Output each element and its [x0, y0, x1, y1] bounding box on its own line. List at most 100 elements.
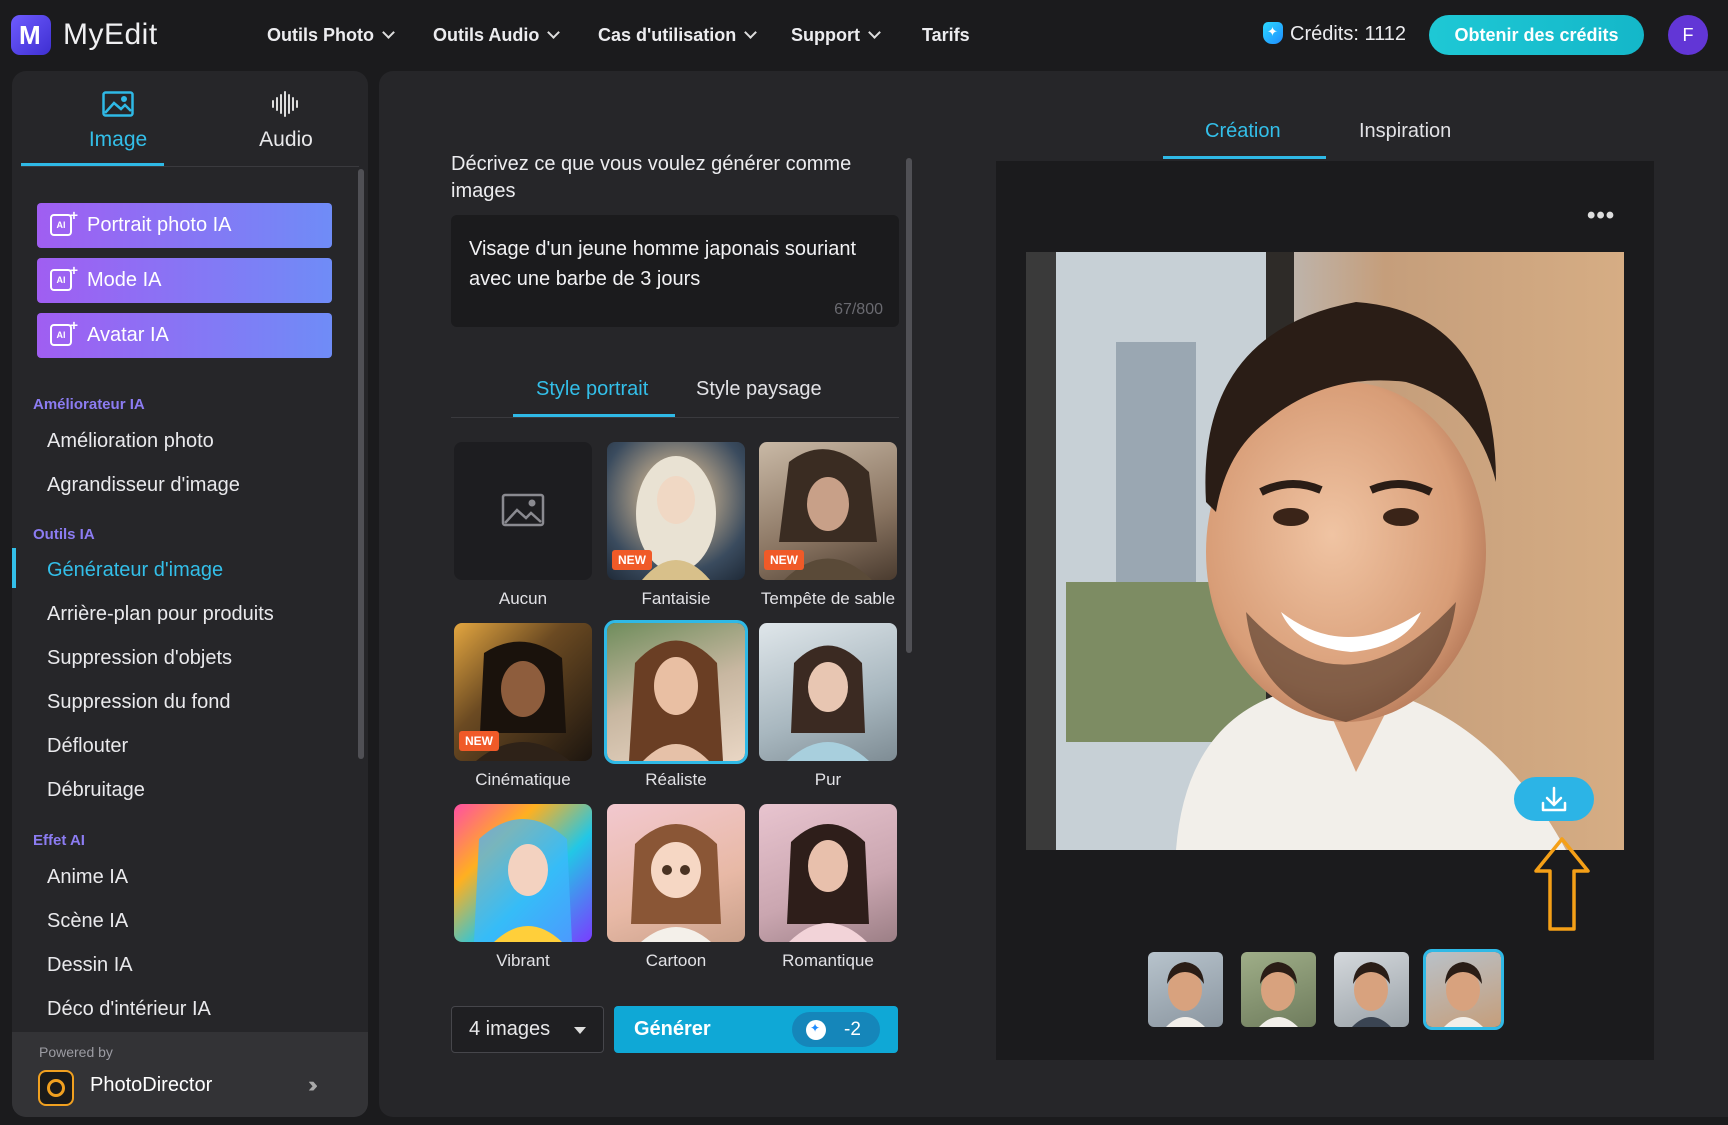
new-badge: NEW: [459, 731, 499, 751]
style-card-cartoon[interactable]: [607, 804, 745, 942]
sidebar-item-debruitage[interactable]: Débruitage: [47, 779, 145, 802]
ai-sparkle-icon: AI: [50, 316, 78, 346]
sidebar-item-deco-interieur[interactable]: Déco d'intérieur IA: [47, 998, 211, 1021]
style-label: Tempête de sable: [760, 589, 896, 608]
myedit-logo-icon[interactable]: [11, 15, 51, 55]
brand-name[interactable]: MyEdit: [63, 18, 158, 52]
photodirector-logo-icon: [38, 1070, 74, 1106]
sidebar-item-arriere-plan[interactable]: Arrière-plan pour produits: [47, 603, 274, 626]
photodirector-name: PhotoDirector: [90, 1074, 213, 1096]
tab-style-portrait[interactable]: Style portrait: [536, 378, 648, 401]
image-icon: [102, 91, 134, 117]
thumbnail-1[interactable]: [1148, 952, 1223, 1027]
section-title-effet-ai: Effet AI: [33, 832, 85, 849]
style-card-realiste[interactable]: [604, 620, 748, 764]
prompt-textarea[interactable]: Visage d'un jeune homme japonais sourian…: [451, 215, 899, 327]
mode-tab-image[interactable]: Image: [48, 71, 188, 166]
style-label: Pur: [814, 770, 842, 789]
style-label: Aucun: [498, 589, 548, 608]
user-avatar[interactable]: F: [1668, 15, 1708, 55]
section-title-outils-ia: Outils IA: [33, 526, 95, 543]
nav-label: Cas d'utilisation: [598, 25, 737, 45]
style-card-fantaisie[interactable]: NEW: [607, 442, 745, 580]
mode-tab-audio[interactable]: Audio: [216, 71, 356, 166]
top-navbar: MyEdit Outils Photo Outils Audio Cas d'u…: [0, 0, 1728, 70]
chevron-down-icon: [744, 26, 758, 39]
nav-support[interactable]: Support: [791, 25, 881, 46]
sidebar-item-dessin-ia[interactable]: Dessin IA: [47, 954, 133, 977]
download-button[interactable]: [1514, 777, 1594, 821]
prompt-text: Visage d'un jeune homme japonais sourian…: [469, 238, 857, 290]
thumbnail-4[interactable]: [1423, 949, 1504, 1030]
waveform-icon: [272, 91, 298, 117]
generated-image[interactable]: [1026, 252, 1624, 850]
nav-tarifs[interactable]: Tarifs: [922, 25, 970, 46]
double-chevron-right-icon[interactable]: ›››: [308, 1072, 318, 1098]
sidebar-item-suppression-objets[interactable]: Suppression d'objets: [47, 647, 232, 670]
powered-by-panel[interactable]: Powered by PhotoDirector ›››: [12, 1032, 368, 1117]
style-label: Cinématique: [475, 770, 571, 789]
powered-by-label: Powered by: [39, 1044, 113, 1060]
settings-scrollbar[interactable]: [906, 158, 912, 653]
section-title-ameliorateur: Améliorateur IA: [33, 396, 145, 413]
generated-portrait-image: [1026, 252, 1624, 850]
divider: [21, 166, 359, 167]
sidebar-item-generateur-image[interactable]: Générateur d'image: [47, 559, 223, 582]
cartoon-portrait-image: [631, 824, 721, 942]
prompt-char-count: 67/800: [834, 301, 883, 318]
count-select-value: 4 images: [469, 1018, 551, 1040]
image-count-select[interactable]: 4 images: [451, 1006, 604, 1053]
generate-button[interactable]: Générer -2: [614, 1006, 898, 1053]
nav-label: Outils Photo: [267, 25, 374, 45]
sidebar-item-amelioration-photo[interactable]: Amélioration photo: [47, 430, 214, 453]
ai-sparkle-icon: AI: [50, 206, 78, 236]
ai-portrait-button[interactable]: AI Portrait photo IA: [37, 203, 332, 248]
caret-down-icon: [574, 1027, 586, 1034]
credits-display: Crédits: 1112: [1263, 22, 1406, 46]
mode-tab-label: Image: [88, 128, 148, 151]
style-label: Cartoon: [645, 951, 707, 970]
sidebar-item-anime-ia[interactable]: Anime IA: [47, 866, 128, 889]
get-credits-button[interactable]: Obtenir des crédits: [1429, 15, 1644, 55]
ai-button-label: Mode IA: [87, 269, 162, 291]
tab-inspiration[interactable]: Inspiration: [1359, 120, 1451, 143]
style-card-aucun[interactable]: [454, 442, 592, 580]
style-card-pur[interactable]: [759, 623, 897, 761]
nav-outils-audio[interactable]: Outils Audio: [433, 25, 561, 46]
chevron-down-icon: [547, 26, 561, 39]
thumbnail-image: [1444, 962, 1483, 1027]
chevron-down-icon: [868, 26, 881, 39]
active-tab-indicator: [21, 163, 164, 166]
nav-label: Tarifs: [922, 25, 970, 45]
generate-label: Générer: [634, 1018, 711, 1040]
style-card-vibrant[interactable]: [454, 804, 592, 942]
ai-avatar-button[interactable]: AI Avatar IA: [37, 313, 332, 358]
sidebar-item-scene-ia[interactable]: Scène IA: [47, 910, 128, 933]
style-card-cinematique[interactable]: NEW: [454, 623, 592, 761]
nav-outils-photo[interactable]: Outils Photo: [267, 25, 395, 46]
tab-creation[interactable]: Création: [1205, 120, 1281, 143]
thumbnail-3[interactable]: [1334, 952, 1409, 1027]
style-card-romantique[interactable]: [759, 804, 897, 942]
nav-label: Support: [791, 25, 860, 45]
nav-label: Outils Audio: [433, 25, 540, 45]
more-options-icon[interactable]: •••: [1587, 202, 1615, 230]
tab-style-paysage[interactable]: Style paysage: [696, 378, 822, 401]
romantic-portrait-image: [787, 824, 869, 942]
up-arrow-hint-icon: [1534, 837, 1590, 931]
thumbnail-2[interactable]: [1241, 952, 1316, 1027]
sidebar-item-suppression-fond[interactable]: Suppression du fond: [47, 691, 230, 714]
new-badge: NEW: [612, 550, 652, 570]
ai-mode-button[interactable]: AI Mode IA: [37, 258, 332, 303]
download-icon: [1541, 786, 1567, 812]
style-label: Romantique: [782, 951, 874, 970]
pure-portrait-image: [787, 645, 869, 761]
credits-label: Crédits: 1112: [1290, 23, 1406, 45]
style-card-tempete-sable[interactable]: NEW: [759, 442, 897, 580]
ai-button-label: Avatar IA: [87, 324, 169, 346]
sidebar-item-agrandisseur[interactable]: Agrandisseur d'image: [47, 474, 240, 497]
sidebar-scrollbar[interactable]: [358, 169, 364, 759]
sidebar-item-deflouter[interactable]: Déflouter: [47, 735, 128, 758]
style-label: Vibrant: [496, 951, 550, 970]
nav-cas-utilisation[interactable]: Cas d'utilisation: [598, 25, 758, 46]
